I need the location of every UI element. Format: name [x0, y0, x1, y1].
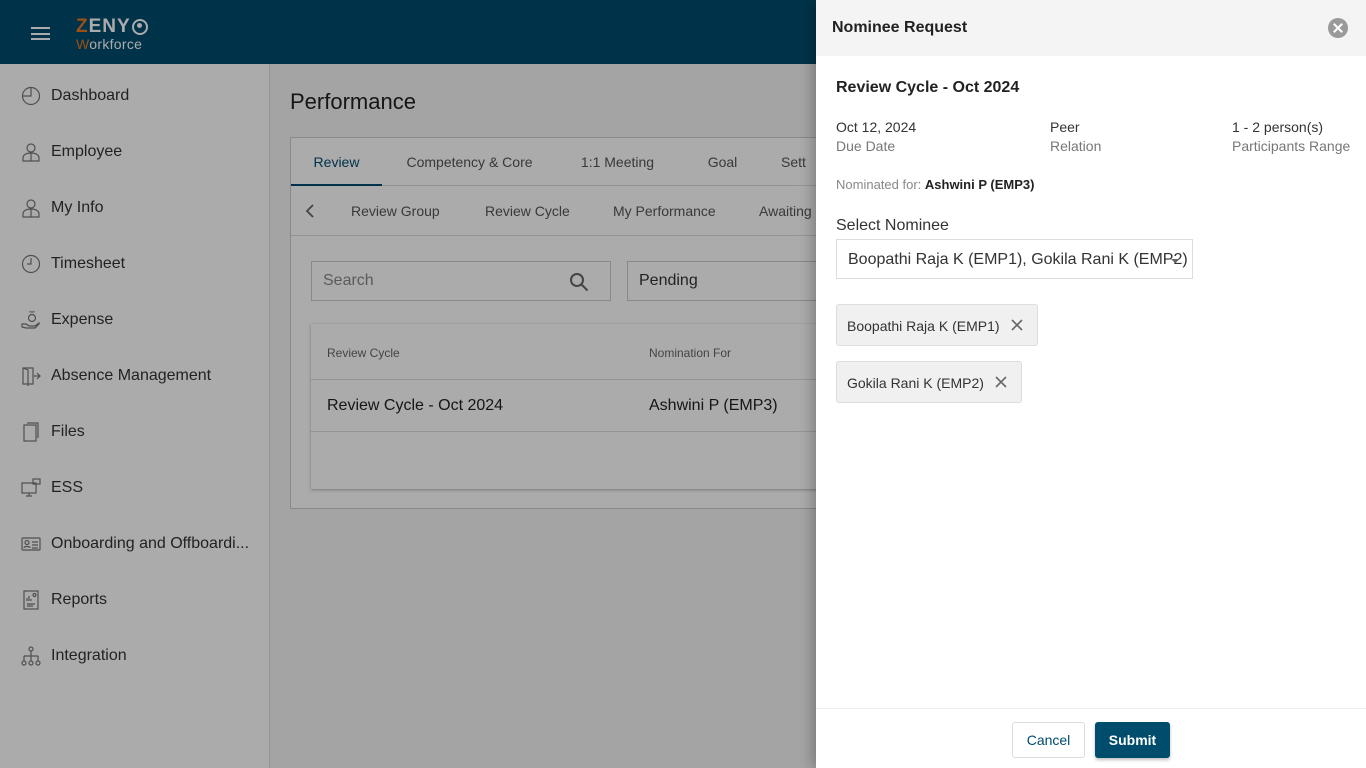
drawer-footer: Cancel Submit: [816, 708, 1366, 768]
nominee-multiselect[interactable]: Boopathi Raja K (EMP1), Gokila Rani K (E…: [836, 239, 1193, 279]
relation-label: Relation: [1050, 138, 1102, 154]
due-date-block: Oct 12, 2024 Due Date: [836, 119, 916, 154]
participants-range-value: 1 - 2 person(s): [1232, 119, 1324, 135]
chevron-down-icon: [1171, 259, 1179, 263]
nominated-for-value: Ashwini P (EMP3): [924, 177, 1035, 192]
relation-block: Peer Relation: [1050, 119, 1101, 154]
nominated-for: Nominated for: Ashwini P (EMP3): [836, 177, 1034, 192]
nominee-chip: Gokila Rani K (EMP2): [836, 361, 1022, 403]
drawer-title: Nominee Request: [832, 19, 968, 36]
due-date-value: Oct 12, 2024: [836, 119, 917, 135]
nominee-chip-label: Gokila Rani K (EMP2): [847, 375, 984, 391]
review-cycle-title: Review Cycle - Oct 2024: [836, 79, 1020, 96]
participants-range-block: 1 - 2 person(s) Participants Range: [1232, 119, 1350, 154]
nominee-chip: Boopathi Raja K (EMP1): [836, 304, 1038, 346]
participants-range-label: Participants Range: [1232, 138, 1351, 154]
relation-value: Peer: [1050, 119, 1080, 135]
nominated-for-label: Nominated for:: [836, 177, 922, 192]
select-nominee-label: Select Nominee: [836, 217, 949, 234]
submit-button[interactable]: Submit: [1095, 722, 1170, 758]
nominee-select-value: Boopathi Raja K (EMP1), Gokila Rani K (E…: [848, 251, 1188, 268]
nominee-chip-label: Boopathi Raja K (EMP1): [847, 318, 1000, 334]
close-icon[interactable]: [1328, 18, 1348, 38]
remove-chip-icon[interactable]: [994, 375, 1008, 389]
nominee-request-drawer: Nominee Request Review Cycle - Oct 2024 …: [816, 0, 1366, 768]
cancel-button[interactable]: Cancel: [1012, 722, 1085, 758]
drawer-header: Nominee Request: [816, 0, 1366, 56]
due-date-label: Due Date: [836, 138, 896, 154]
remove-chip-icon[interactable]: [1010, 318, 1024, 332]
